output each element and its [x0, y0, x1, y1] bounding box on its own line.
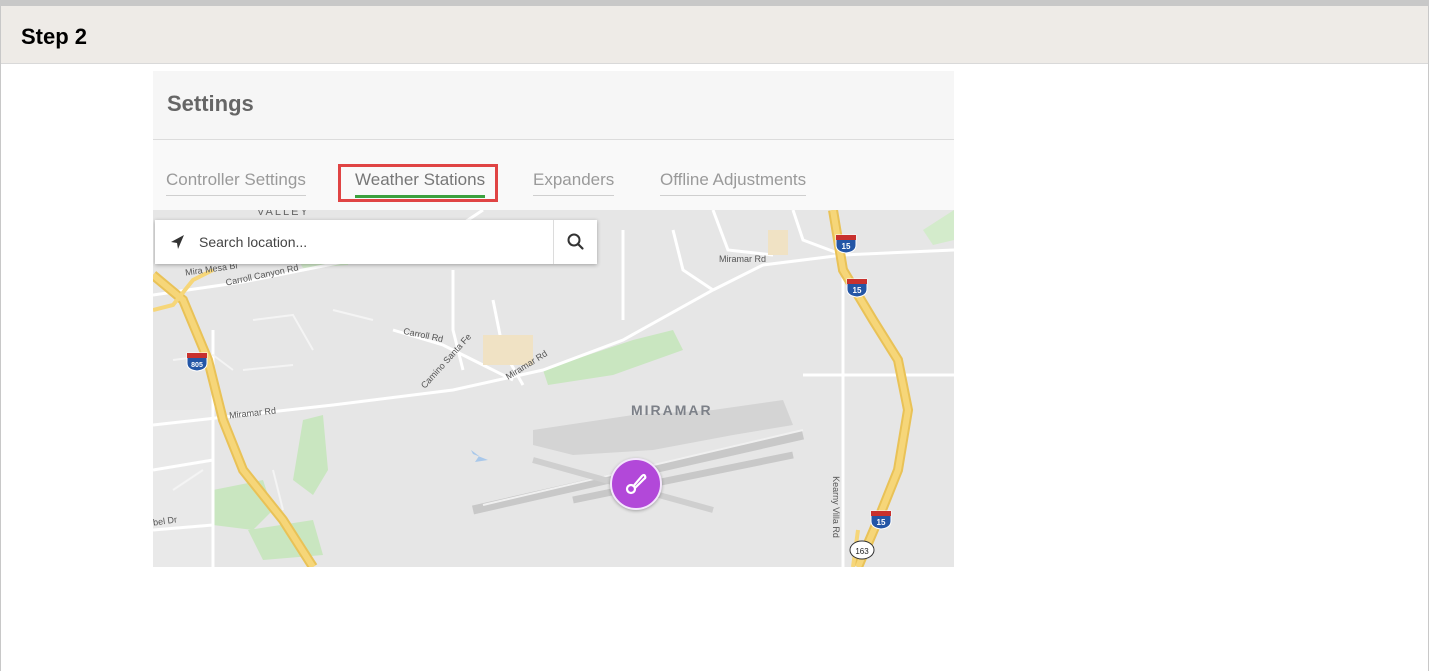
map-label-kearny-villa: Kearny Villa Rd	[830, 476, 841, 538]
search-location-input[interactable]	[199, 230, 539, 254]
tab-offline-adjustments[interactable]: Offline Adjustments	[660, 170, 807, 196]
map-label-miramar: MIRAMAR	[631, 402, 713, 418]
i15-shield-icon-top: 15	[835, 234, 857, 254]
step-header: Step 2	[0, 6, 1429, 64]
svg-text:15: 15	[853, 286, 862, 295]
highlight-annotation-box	[338, 164, 498, 202]
svg-text:163: 163	[855, 547, 869, 556]
svg-text:805: 805	[191, 362, 203, 369]
svg-text:15: 15	[842, 242, 851, 251]
settings-title: Settings	[167, 91, 254, 116]
sr163-shield-icon: 163	[849, 540, 875, 560]
current-location-button[interactable]	[165, 232, 191, 252]
settings-screenshot: Settings Controller Settings Weather Sta…	[153, 71, 954, 567]
map-label-valley: VALLEY	[257, 210, 310, 218]
search-divider	[553, 220, 554, 264]
map-label-miramar-rd-top: Miramar Rd	[719, 254, 767, 264]
step-title: Step 2	[21, 24, 88, 49]
weather-station-map[interactable]: VALLEY Mira Mesa Bl Carroll Canyon Rd Ca…	[153, 210, 954, 567]
tab-controller-settings[interactable]: Controller Settings	[166, 170, 306, 196]
search-icon	[567, 233, 584, 250]
i805-shield-icon: 805	[186, 352, 208, 372]
svg-text:15: 15	[877, 518, 886, 527]
settings-header: Settings	[153, 71, 954, 140]
location-arrow-icon	[171, 235, 184, 249]
location-search-bar	[155, 220, 597, 264]
i15-shield-icon-middle: 15	[846, 278, 868, 298]
weather-station-marker[interactable]	[610, 458, 662, 510]
tab-expanders[interactable]: Expanders	[533, 170, 615, 196]
settings-tabbar: Controller Settings Weather Stations Exp…	[153, 140, 954, 210]
i15-shield-icon-bottom: 15	[870, 510, 892, 530]
sensor-probe-icon	[625, 473, 647, 495]
search-button[interactable]	[555, 220, 597, 264]
